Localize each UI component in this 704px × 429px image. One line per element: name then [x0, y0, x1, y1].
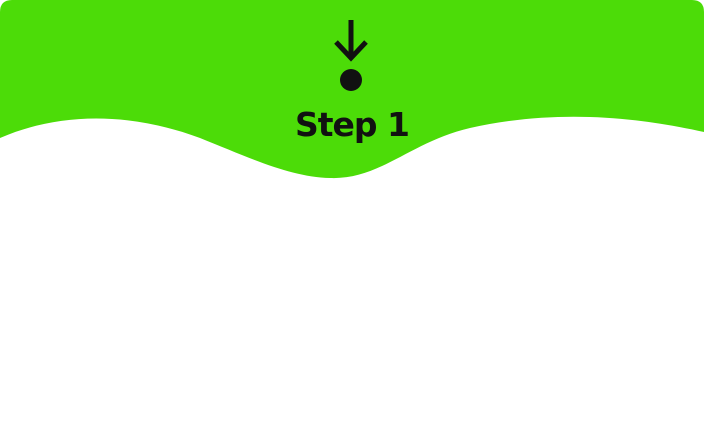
step-card: Step 1: [0, 0, 704, 429]
step-header: Step 1: [0, 0, 704, 160]
dot-icon: [340, 69, 362, 91]
down-arrow-icon: [334, 20, 368, 62]
step-title: Step 1: [295, 105, 410, 144]
